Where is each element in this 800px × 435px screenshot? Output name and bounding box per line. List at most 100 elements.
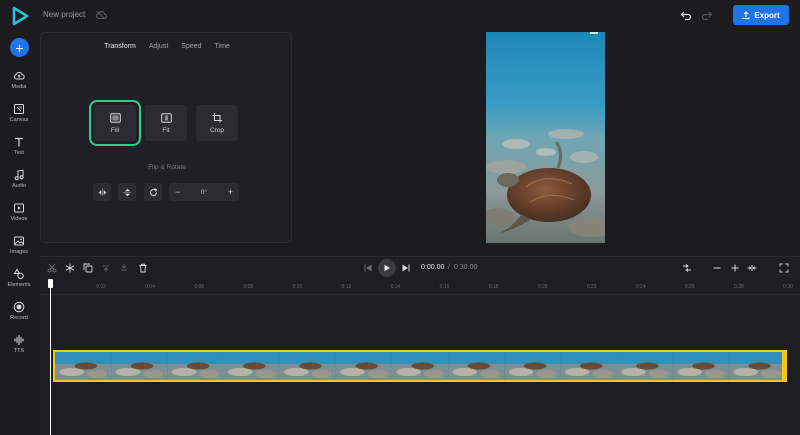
fit-timeline-icon[interactable]: [747, 263, 757, 273]
ruler-tick-label: 0:04: [145, 284, 155, 290]
play-button[interactable]: [378, 259, 396, 277]
flip-vertical-button[interactable]: [118, 183, 136, 201]
duplicate-icon[interactable]: [83, 263, 93, 273]
top-bar: New project Export: [0, 0, 800, 32]
zoom-out-icon[interactable]: [712, 263, 722, 273]
video-clip[interactable]: [53, 350, 787, 382]
fit-icon: [160, 112, 172, 123]
sidebar-item-text[interactable]: Text: [0, 136, 38, 166]
clip-thumbnail: [111, 352, 168, 380]
undo-icon[interactable]: [680, 9, 692, 21]
panel-tabs: Transform Adjust Speed Time: [41, 43, 293, 50]
ruler-tick-label: 0:08: [243, 284, 254, 290]
snap-icon[interactable]: [682, 263, 692, 273]
sidebar-item-tts[interactable]: TTS: [0, 334, 38, 364]
upload-icon: [742, 11, 750, 19]
sidebar-item-label: Images: [9, 249, 29, 255]
clip-thumbnail: [504, 352, 561, 380]
sidebar-item-audio[interactable]: Audio: [0, 169, 38, 199]
video-icon: [14, 203, 24, 213]
ruler-tick-label: 0:28: [734, 284, 744, 290]
freeze-icon[interactable]: [65, 263, 75, 273]
clip-thumbnail: [616, 352, 673, 380]
clip-thumbnail: [279, 352, 336, 380]
flip-vertical-icon: [123, 188, 131, 196]
sidebar-item-videos[interactable]: Videos: [0, 202, 38, 232]
move-up-icon[interactable]: [101, 263, 111, 273]
sidebar-item-elements[interactable]: Elements: [0, 268, 38, 298]
play-icon: [384, 264, 390, 272]
rotate-icon: [149, 187, 157, 196]
app-logo-icon[interactable]: [10, 6, 30, 26]
shapes-icon: [13, 268, 24, 280]
cloud-sync-icon: [96, 11, 107, 20]
tab-transform[interactable]: Transform: [104, 43, 136, 50]
rotate-decrease-button[interactable]: −: [175, 187, 180, 197]
crop-button[interactable]: Crop: [196, 105, 238, 141]
rotation-value[interactable]: 0°: [201, 189, 207, 196]
clip-thumbnail: [560, 352, 617, 380]
tab-adjust[interactable]: Adjust: [149, 43, 168, 50]
current-time: 0:00.00: [421, 264, 445, 271]
crop-label: Crop: [209, 126, 225, 134]
total-time: 0:30.00: [454, 264, 478, 271]
rotation-angle-field[interactable]: − 0° +: [169, 183, 239, 201]
tab-speed[interactable]: Speed: [181, 43, 201, 50]
text-icon: [15, 137, 23, 147]
fullscreen-icon[interactable]: [779, 263, 789, 273]
clip-thumbnail: [448, 352, 505, 380]
sidebar-item-label: Audio: [11, 183, 27, 189]
sidebar-item-record[interactable]: Record: [0, 301, 38, 331]
ruler-tick-label: 0:10: [292, 284, 303, 290]
sidebar-item-label: Record: [10, 315, 28, 321]
playhead[interactable]: [50, 279, 51, 435]
timeline-toolbar: 0:00.00 / 0:30.00: [40, 257, 800, 279]
sidebar-item-images[interactable]: Images: [0, 235, 38, 265]
skip-forward-icon[interactable]: [401, 263, 411, 273]
clip-trim-end-handle[interactable]: [782, 350, 787, 382]
ruler-tick-label: 0:30: [783, 284, 793, 290]
canvas-icon: [14, 104, 24, 114]
ruler-tick-label: 0:02: [96, 284, 106, 290]
sidebar-item-label: Media: [11, 84, 27, 90]
clip-thumbnail: [672, 352, 729, 380]
clip-thumbnail: [391, 352, 449, 380]
ruler-tick-label: 0:20: [537, 284, 548, 290]
add-media-button[interactable]: +: [10, 38, 29, 57]
delete-icon[interactable]: [138, 263, 148, 273]
ruler-tick-label: 0:18: [488, 284, 499, 290]
fill-button[interactable]: Fill: [89, 100, 141, 146]
cloud-upload-icon: [13, 71, 25, 80]
sidebar-item-media[interactable]: Media: [0, 70, 38, 100]
skip-back-icon[interactable]: [363, 263, 373, 273]
split-icon[interactable]: [47, 263, 57, 273]
export-label: Export: [754, 10, 780, 20]
fit-button[interactable]: Fit: [145, 105, 187, 141]
rotate-button[interactable]: [144, 183, 162, 201]
clip-thumbnail: [728, 352, 785, 380]
fill-label: Fill: [110, 126, 120, 134]
rotate-increase-button[interactable]: +: [228, 187, 233, 197]
ruler-tick-label: 0:16: [439, 284, 450, 290]
playhead-handle[interactable]: [48, 279, 53, 288]
sidebar-item-label: Videos: [10, 216, 28, 222]
ruler-tick-label: 0:22: [586, 284, 597, 290]
video-preview[interactable]: [486, 32, 605, 243]
ruler-tick-label: 0:24: [635, 284, 646, 290]
fit-label: Fit: [162, 126, 170, 134]
image-icon: [14, 236, 24, 246]
tab-time[interactable]: Time: [215, 43, 230, 50]
flip-horizontal-button[interactable]: [93, 183, 111, 201]
project-title[interactable]: New project: [43, 10, 85, 19]
redo-icon[interactable]: [701, 9, 713, 21]
timeline-ruler[interactable]: 00:020:040:060:080:100:120:140:160:180:2…: [40, 281, 800, 295]
export-button[interactable]: Export: [733, 5, 789, 25]
music-note-icon: [14, 169, 24, 181]
move-down-icon[interactable]: [119, 263, 129, 273]
clip-thumbnail: [223, 352, 280, 380]
ruler-tick-label: 0:06: [194, 284, 205, 290]
sidebar-item-canvas[interactable]: Canvas: [0, 103, 38, 133]
waveform-icon: [14, 334, 24, 346]
zoom-in-icon[interactable]: [730, 263, 740, 273]
ruler-tick-label: 0:26: [684, 284, 695, 290]
